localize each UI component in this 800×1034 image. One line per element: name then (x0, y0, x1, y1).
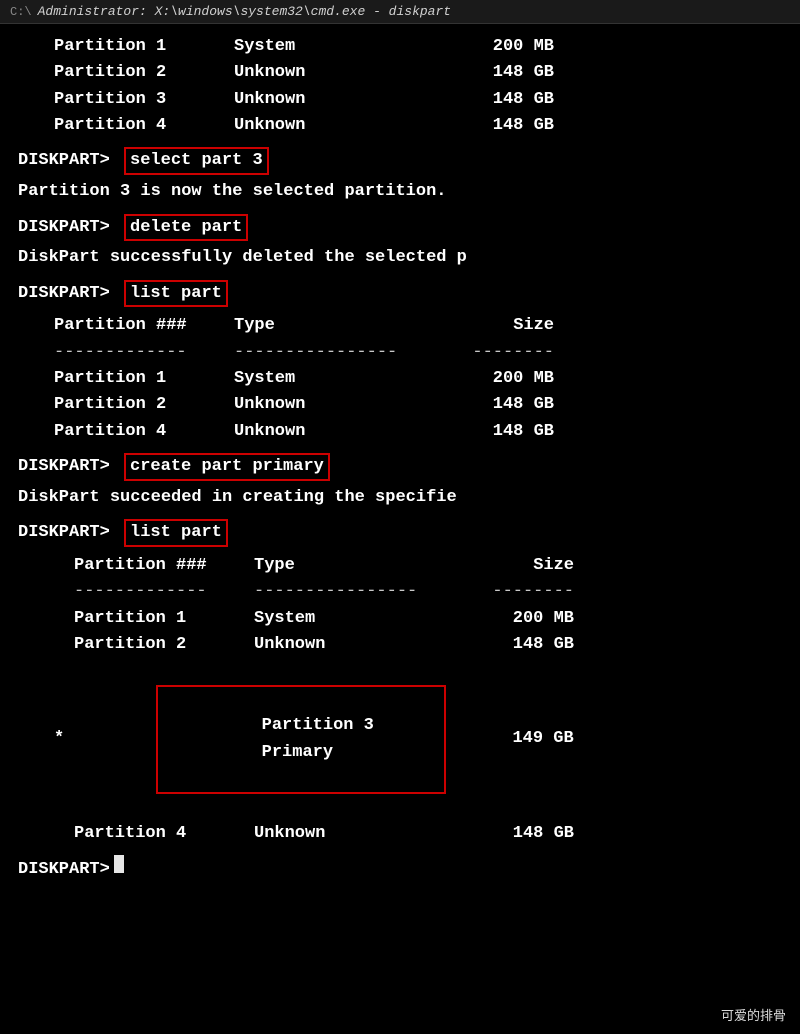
partition-list-1: Partition ### Type Size ------------- --… (18, 313, 782, 445)
col-partition: Partition 2 (54, 60, 234, 86)
table-separator: ------------- ---------------- -------- (54, 579, 782, 605)
col-size: 148 GB (434, 60, 554, 86)
terminal: Partition 1 System 200 MB Partition 2 Un… (0, 24, 800, 1030)
prompt: DISKPART> (18, 857, 110, 883)
prompt: DISKPART> (18, 520, 120, 546)
initial-partition-list: Partition 1 System 200 MB Partition 2 Un… (18, 34, 782, 139)
list-part-cmd-2: list part (124, 519, 228, 547)
table-row: Partition 1 System 200 MB (54, 366, 782, 392)
col-type: Unknown (234, 60, 434, 86)
table-row: Partition 2 Unknown 148 GB (54, 392, 782, 418)
table-separator: ------------- ---------------- -------- (54, 340, 782, 366)
watermark: 可爱的排骨 (721, 1005, 786, 1024)
select-part-cmd: select part 3 (124, 147, 269, 175)
col-partition: Partition 4 (54, 113, 234, 139)
list-part-command-line-1: DISKPART> list part (18, 280, 782, 308)
select-part-output: Partition 3 is now the selected partitio… (18, 179, 782, 205)
cursor (114, 855, 124, 873)
table-row: Partition 4 Unknown 148 GB (54, 821, 782, 847)
col-size: 200 MB (434, 34, 554, 60)
col-size: 148 GB (434, 87, 554, 113)
delete-part-cmd: delete part (124, 214, 248, 242)
table-row: Partition 2 Unknown 148 GB (54, 632, 782, 658)
prompt: DISKPART> (18, 148, 120, 174)
table-header: Partition ### Type Size (54, 313, 782, 339)
table-row: Partition 1 System 200 MB (54, 606, 782, 632)
table-row: Partition 1 System 200 MB (54, 34, 782, 60)
col-type: Unknown (234, 113, 434, 139)
delete-part-output: DiskPart successfully deleted the select… (18, 245, 782, 271)
table-row: Partition 3 Unknown 148 GB (54, 87, 782, 113)
star-indicator: * (54, 726, 74, 752)
col-partition: Partition 3 (54, 87, 234, 113)
final-prompt-line[interactable]: DISKPART> (18, 855, 782, 883)
title-text: Administrator: X:\windows\system32\cmd.e… (38, 4, 451, 19)
table-row-highlighted: * Partition 3 Primary 149 GB (54, 658, 782, 820)
table-row: Partition 4 Unknown 148 GB (54, 113, 782, 139)
table-row: Partition 2 Unknown 148 GB (54, 60, 782, 86)
table-row: Partition 4 Unknown 148 GB (54, 419, 782, 445)
col-partition: Partition 1 (54, 34, 234, 60)
prompt: DISKPART> (18, 215, 120, 241)
col-type: System (234, 34, 434, 60)
list-part-cmd-1: list part (124, 280, 228, 308)
delete-part-command-line: DISKPART> delete part (18, 214, 782, 242)
terminal-icon: C:\ (10, 5, 32, 19)
col-type: Unknown (234, 87, 434, 113)
list-part-command-line-2: DISKPART> list part (18, 519, 782, 547)
create-part-cmd: create part primary (124, 453, 330, 481)
create-part-output: DiskPart succeeded in creating the speci… (18, 485, 782, 511)
create-part-command-line: DISKPART> create part primary (18, 453, 782, 481)
title-bar: C:\ Administrator: X:\windows\system32\c… (0, 0, 800, 24)
col-size: 148 GB (434, 113, 554, 139)
prompt: DISKPART> (18, 454, 120, 480)
select-part-command-line: DISKPART> select part 3 (18, 147, 782, 175)
table-header: Partition ### Type Size (54, 553, 782, 579)
prompt: DISKPART> (18, 281, 120, 307)
partition-list-2: Partition ### Type Size ------------- --… (18, 553, 782, 847)
